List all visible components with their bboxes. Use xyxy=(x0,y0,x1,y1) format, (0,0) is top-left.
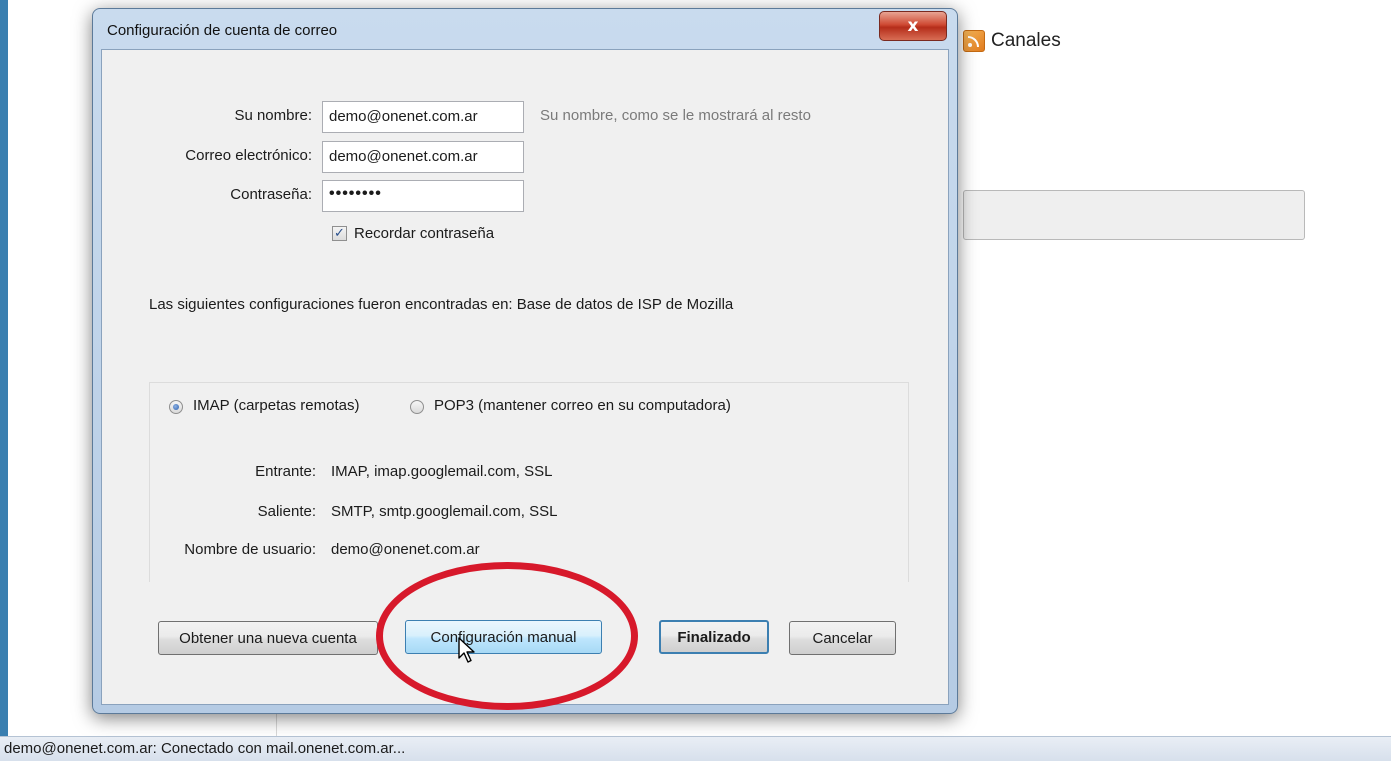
status-bar: demo@onenet.com.ar: Conectado con mail.o… xyxy=(0,736,1391,761)
mouse-pointer-icon xyxy=(458,637,475,663)
pop3-radio[interactable] xyxy=(410,400,424,414)
get-new-account-button[interactable]: Obtener una nueva cuenta xyxy=(158,621,378,655)
remember-password-label[interactable]: Recordar contraseña xyxy=(354,225,494,242)
username-value: demo@onenet.com.ar xyxy=(331,541,480,558)
dialog-titlebar[interactable]: Configuración de cuenta de correo x xyxy=(93,9,957,49)
cancel-button[interactable]: Cancelar xyxy=(789,621,896,655)
close-icon: x xyxy=(907,16,919,36)
dialog-title: Configuración de cuenta de correo xyxy=(107,22,338,39)
channels-header[interactable]: Canales xyxy=(963,26,1061,56)
config-found-text: Las siguientes configuraciones fueron en… xyxy=(149,296,734,313)
pop3-label[interactable]: POP3 (mantener correo en su computadora) xyxy=(434,397,731,414)
remember-password-checkbox[interactable]: ✓ xyxy=(332,226,347,241)
email-field[interactable]: demo@onenet.com.ar xyxy=(322,141,524,173)
password-field[interactable]: •••••••• xyxy=(322,180,524,212)
imap-radio[interactable] xyxy=(169,400,183,414)
done-button[interactable]: Finalizado xyxy=(659,620,769,654)
name-label: Su nombre: xyxy=(234,107,312,124)
outgoing-value: SMTP, smtp.googlemail.com, SSL xyxy=(331,503,558,520)
outgoing-label: Saliente: xyxy=(257,503,316,520)
status-text: demo@onenet.com.ar: Conectado con mail.o… xyxy=(4,740,406,757)
highlight-ring-annotation xyxy=(376,562,638,710)
imap-label[interactable]: IMAP (carpetas remotas) xyxy=(193,397,359,414)
rss-icon xyxy=(963,30,985,52)
protocol-group: IMAP (carpetas remotas) POP3 (mantener c… xyxy=(149,382,909,582)
username-label: Nombre de usuario: xyxy=(184,541,316,558)
channels-label: Canales xyxy=(991,30,1061,51)
name-hint: Su nombre, como se le mostrará al resto xyxy=(540,107,811,124)
incoming-value: IMAP, imap.googlemail.com, SSL xyxy=(331,463,553,480)
close-button[interactable]: x xyxy=(879,11,947,41)
password-label: Contraseña: xyxy=(230,186,312,203)
name-field[interactable]: demo@onenet.com.ar xyxy=(322,101,524,133)
email-label: Correo electrónico: xyxy=(185,147,312,164)
incoming-label: Entrante: xyxy=(255,463,316,480)
background-search-field[interactable] xyxy=(963,190,1305,240)
